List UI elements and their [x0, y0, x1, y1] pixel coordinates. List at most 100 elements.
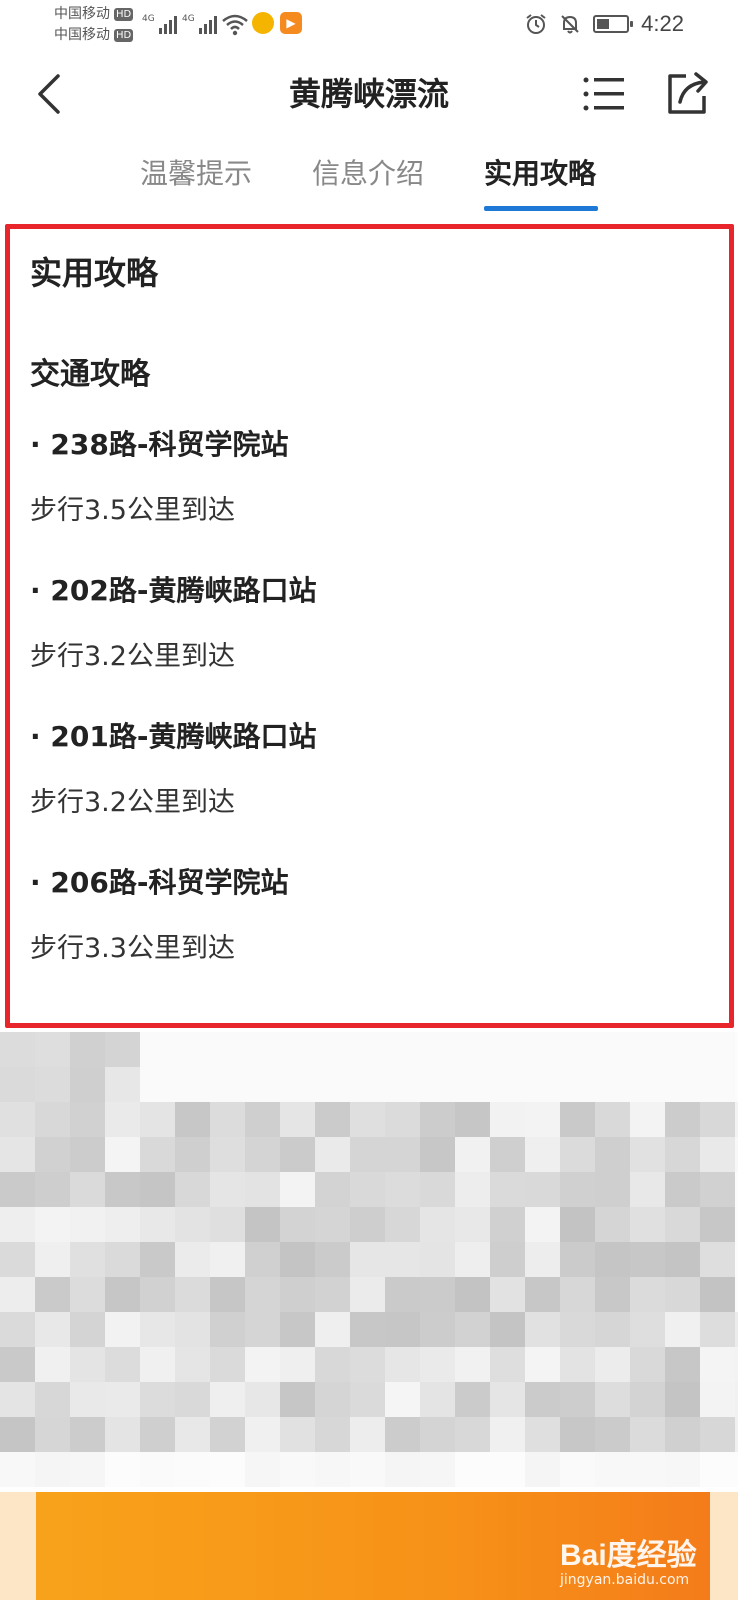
- mosaic-tile: [105, 1452, 140, 1487]
- share-button[interactable]: [664, 68, 712, 118]
- mosaic-tile: [490, 1347, 525, 1382]
- mosaic-tile: [35, 1312, 70, 1347]
- mosaic-tile: [560, 1242, 595, 1277]
- mosaic-tile: [525, 1382, 560, 1417]
- mosaic-tile: [350, 1417, 385, 1452]
- mosaic-tile: [700, 1102, 735, 1137]
- mosaic-tile: [525, 1277, 560, 1312]
- mosaic-tile: [455, 1312, 490, 1347]
- mosaic-tile: [595, 1417, 630, 1452]
- mosaic-tile: [420, 1417, 455, 1452]
- mosaic-tile: [350, 1102, 385, 1137]
- menu-button[interactable]: [580, 70, 628, 118]
- mosaic-tile: [70, 1032, 105, 1067]
- mosaic-tile: [140, 1382, 175, 1417]
- mosaic-tile: [700, 1032, 735, 1067]
- wifi-icon: [222, 14, 248, 36]
- mosaic-tile: [210, 1452, 245, 1487]
- mosaic-tile: [665, 1452, 700, 1487]
- mosaic-tile: [525, 1242, 560, 1277]
- mosaic-tile: [385, 1417, 420, 1452]
- mosaic-tile: [35, 1207, 70, 1242]
- mosaic-tile: [210, 1207, 245, 1242]
- mosaic-tile: [700, 1067, 735, 1102]
- mosaic-tile: [455, 1137, 490, 1172]
- tab-info[interactable]: 信息介绍: [312, 154, 424, 194]
- mosaic-tile: [315, 1102, 350, 1137]
- mosaic-tile: [665, 1067, 700, 1102]
- mosaic-tile: [630, 1312, 665, 1347]
- transport-subtitle: 交通攻略: [30, 357, 150, 392]
- mosaic-tile: [455, 1452, 490, 1487]
- mosaic-tile: [105, 1347, 140, 1382]
- mosaic-tile: [210, 1382, 245, 1417]
- mosaic-tile: [315, 1067, 350, 1102]
- mosaic-tile: [665, 1102, 700, 1137]
- mosaic-tile: [525, 1312, 560, 1347]
- mosaic-tile: [0, 1137, 35, 1172]
- mosaic-tile: [385, 1347, 420, 1382]
- mosaic-tile: [280, 1312, 315, 1347]
- mosaic-tile: [315, 1137, 350, 1172]
- mosaic-tile: [315, 1032, 350, 1067]
- mosaic-tile: [35, 1347, 70, 1382]
- mosaic-tile: [350, 1452, 385, 1487]
- mosaic-tile: [665, 1207, 700, 1242]
- app-screen: 中国移动 HD 中国移动 HD 4G 4G ▶ 4:22 黄腾峡漂流 温馨提示 …: [0, 0, 738, 1600]
- mosaic-tile: [280, 1277, 315, 1312]
- mosaic-tile: [245, 1207, 280, 1242]
- mosaic-tile: [70, 1172, 105, 1207]
- mosaic-tile: [560, 1067, 595, 1102]
- mosaic-tile: [420, 1312, 455, 1347]
- mosaic-tile: [420, 1067, 455, 1102]
- mosaic-tile: [420, 1032, 455, 1067]
- mosaic-tile: [70, 1382, 105, 1417]
- mosaic-tile: [455, 1347, 490, 1382]
- status-right: 4:22: [525, 10, 684, 38]
- mosaic-tile: [280, 1347, 315, 1382]
- mosaic-tile: [140, 1172, 175, 1207]
- mosaic-tile: [210, 1277, 245, 1312]
- mosaic-tile: [0, 1452, 35, 1487]
- mosaic-tile: [595, 1102, 630, 1137]
- mosaic-tile: [0, 1277, 35, 1312]
- mosaic-tile: [525, 1172, 560, 1207]
- mosaic-tile: [280, 1102, 315, 1137]
- route-desc: 步行3.5公里到达: [30, 495, 235, 526]
- mosaic-tile: [490, 1067, 525, 1102]
- mosaic-tile: [700, 1417, 735, 1452]
- mosaic-tile: [70, 1312, 105, 1347]
- mosaic-tile: [70, 1242, 105, 1277]
- mosaic-tile: [595, 1207, 630, 1242]
- mosaic-tile: [175, 1382, 210, 1417]
- tab-guide[interactable]: 实用攻略: [484, 154, 596, 194]
- mosaic-tile: [665, 1032, 700, 1067]
- alarm-icon: [526, 14, 546, 34]
- mosaic-tile: [35, 1242, 70, 1277]
- mosaic-tile: [455, 1102, 490, 1137]
- mosaic-tile: [350, 1312, 385, 1347]
- mute-icon: [561, 15, 579, 34]
- mosaic-tile: [175, 1172, 210, 1207]
- mosaic-tile: [315, 1277, 350, 1312]
- mosaic-tile: [280, 1172, 315, 1207]
- status-bar: 中国移动 HD 中国移动 HD 4G 4G ▶ 4:22: [0, 0, 738, 50]
- mosaic-tile: [140, 1347, 175, 1382]
- mosaic-tile: [245, 1382, 280, 1417]
- mosaic-tile: [140, 1102, 175, 1137]
- mosaic-tile: [385, 1137, 420, 1172]
- tab-bar: 温馨提示 信息介绍 实用攻略: [0, 150, 738, 212]
- mosaic-tile: [385, 1312, 420, 1347]
- mosaic-tile: [245, 1452, 280, 1487]
- mosaic-tile: [630, 1067, 665, 1102]
- mosaic-tile: [595, 1452, 630, 1487]
- mosaic-tile: [140, 1242, 175, 1277]
- tab-tips[interactable]: 温馨提示: [140, 154, 252, 194]
- mosaic-tile: [490, 1137, 525, 1172]
- mosaic-tile: [175, 1452, 210, 1487]
- mosaic-tile: [35, 1172, 70, 1207]
- mosaic-tile: [560, 1417, 595, 1452]
- mosaic-tile: [0, 1067, 35, 1102]
- mosaic-tile: [490, 1277, 525, 1312]
- mosaic-tile: [385, 1452, 420, 1487]
